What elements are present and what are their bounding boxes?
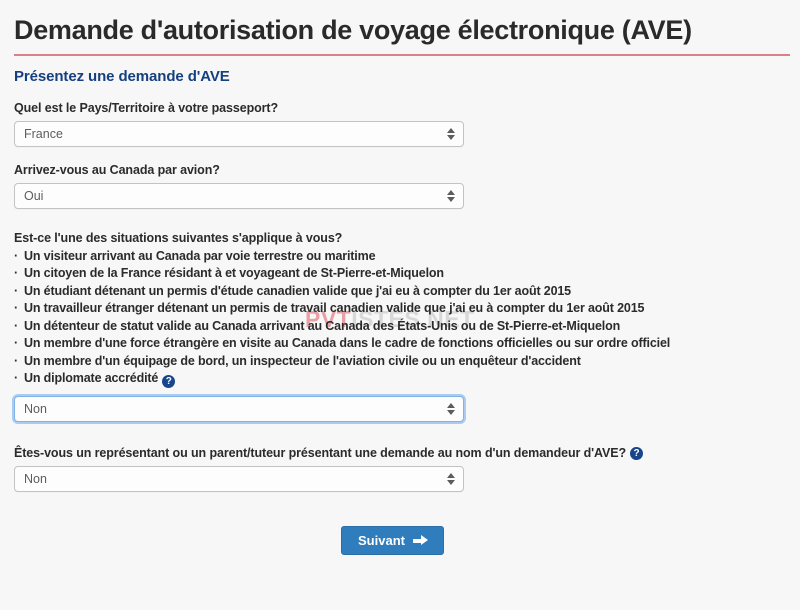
- field-arrival-by-air: Arrivez-vous au Canada par avion? Oui: [14, 163, 786, 209]
- help-icon[interactable]: ?: [630, 446, 644, 460]
- list-item: · Un diplomate accrédité?: [14, 370, 786, 389]
- bullet-icon: ·: [14, 248, 19, 263]
- list-item: · Un travailleur étranger détenant un per…: [14, 300, 786, 318]
- bullet-icon: ·: [14, 336, 19, 351]
- list-item-label: Un membre d'un équipage de bord, un insp…: [24, 353, 581, 368]
- chevron-updown-icon: [446, 467, 455, 491]
- list-item: · Un détenteur de statut valide au Canada…: [14, 318, 786, 336]
- help-icon[interactable]: ?: [162, 375, 176, 389]
- chevron-updown-icon: [446, 184, 455, 208]
- list-item: · Un membre d'une force étrangère en visi…: [14, 335, 786, 353]
- list-item-label: Un détenteur de statut valide au Canada …: [24, 318, 621, 333]
- field-arrival-by-air-label: Arrivez-vous au Canada par avion?: [14, 162, 220, 177]
- arrival-by-air-select-value: Oui: [24, 188, 44, 203]
- arrow-right-icon: [412, 535, 428, 546]
- field-representative-label: Êtes-vous un représentant ou un parent/t…: [14, 446, 627, 461]
- bullet-icon: ·: [14, 318, 19, 333]
- list-item: · Un visiteur arrivant au Canada par voie…: [14, 248, 786, 266]
- situations-select[interactable]: Non: [14, 396, 464, 423]
- chevron-updown-icon: [446, 397, 455, 421]
- list-item-label: Un membre d'une force étrangère en visit…: [24, 336, 671, 351]
- representative-select[interactable]: Non: [14, 466, 464, 493]
- title-divider: [14, 53, 790, 56]
- bullet-icon: ·: [14, 301, 19, 316]
- page-subtitle: Présentez une demande d'AVE: [14, 67, 230, 85]
- field-situations: Est-ce l'une des situations suivantes s'…: [14, 231, 786, 423]
- list-item-label: Un étudiant détenant un permis d'étude c…: [24, 283, 571, 298]
- form-actions: Suivant: [14, 526, 786, 556]
- list-item: · Un étudiant détenant un permis d'étude …: [14, 283, 786, 301]
- bullet-icon: ·: [14, 266, 19, 281]
- bullet-icon: ·: [14, 353, 19, 368]
- chevron-updown-icon: [446, 122, 455, 146]
- country-select[interactable]: France: [14, 120, 464, 147]
- list-item-label: Un diplomate accrédité: [24, 371, 159, 386]
- field-representative: Êtes-vous un représentant ou un parent/t…: [14, 446, 786, 493]
- list-item-label: Un citoyen de la France résidant à et vo…: [24, 266, 444, 281]
- list-item-label: Un visiteur arrivant au Canada par voie …: [24, 248, 376, 263]
- situations-list: · Un visiteur arrivant au Canada par voie…: [14, 248, 786, 389]
- representative-select-value: Non: [24, 472, 47, 487]
- field-country: Quel est le Pays/Territoire à votre pass…: [14, 101, 786, 147]
- list-item: · Un membre d'un équipage de bord, un ins…: [14, 353, 786, 371]
- field-country-label: Quel est le Pays/Territoire à votre pass…: [14, 100, 279, 115]
- situations-select-value: Non: [24, 402, 47, 417]
- next-button-label: Suivant: [358, 533, 405, 549]
- page-title: Demande d'autorisation de voyage électro…: [14, 15, 692, 45]
- field-situations-label: Est-ce l'une des situations suivantes s'…: [14, 230, 343, 245]
- next-button[interactable]: Suivant: [341, 526, 444, 556]
- bullet-icon: ·: [14, 371, 19, 386]
- bullet-icon: ·: [14, 283, 19, 298]
- list-item: · Un citoyen de la France résidant à et v…: [14, 265, 786, 283]
- ave-application-page: PVTISTES.NET Demande d'autorisation de v…: [0, 15, 800, 610]
- arrival-by-air-select[interactable]: Oui: [14, 182, 464, 209]
- country-select-value: France: [24, 126, 63, 141]
- list-item-label: Un travailleur étranger détenant un perm…: [24, 301, 645, 316]
